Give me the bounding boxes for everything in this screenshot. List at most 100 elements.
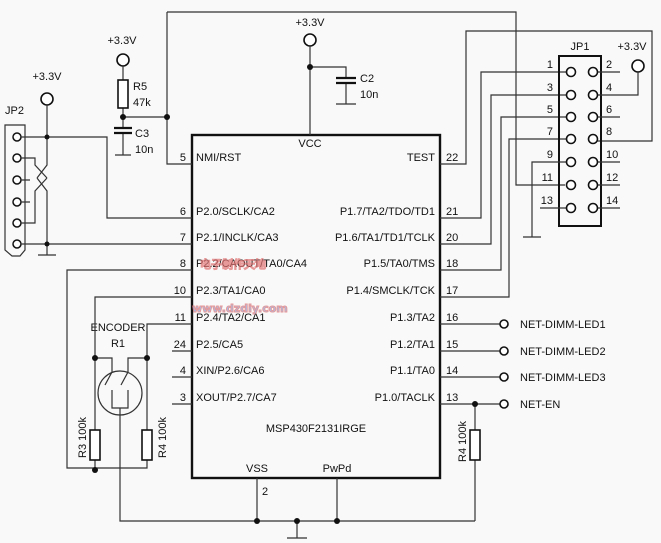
pin-name: XIN/P2.6/CA6 (196, 365, 264, 377)
watermark-cn: 电子制作天地 (200, 257, 266, 271)
pin-number: 16 (446, 312, 458, 324)
net-labels: NET-DIMM-LED1 NET-DIMM-LED2 NET-DIMM-LED3 N… (499, 319, 606, 411)
pin-name: P1.1/TA0 (390, 365, 435, 377)
r4-label: R4 100k (157, 417, 169, 458)
c2-ref: C2 (360, 73, 374, 85)
power-label: +3.3V (32, 71, 62, 83)
pin-number: 10 (174, 285, 186, 297)
vss-label: VSS (246, 463, 268, 475)
r4-net-en-label: R4 100k (457, 421, 469, 462)
net-terminal-icon (499, 346, 509, 356)
pin-name: NMI/RST (196, 152, 242, 164)
watermark-url: www.dzdiy.com (192, 302, 288, 315)
jp1-pin-hole (565, 156, 577, 168)
jp2-connector: JP2 +3.3V (4, 71, 192, 257)
pin-number: 18 (446, 258, 458, 270)
power-terminal-icon (631, 59, 645, 73)
c3-value: 10n (135, 144, 153, 156)
jp1-ref: JP1 (571, 41, 590, 53)
power-terminal-icon (303, 33, 317, 47)
schematic-canvas: VCC MSP430F2131IRGE VSS PwPd 2 5 NMI/RST 6… (4, 11, 653, 539)
jp1-pin-hole (565, 66, 577, 78)
pin-name: P1.4/SMCLK/TCK (346, 285, 435, 297)
jp1-pin-hole (565, 133, 577, 145)
jp1-pin-number: 12 (606, 172, 618, 184)
net-terminal-icon (499, 399, 509, 409)
jp1-pin-hole (587, 133, 599, 145)
pin-number: 15 (446, 339, 458, 351)
pin-number: 7 (180, 232, 186, 244)
jp1-pin-number: 13 (541, 195, 553, 207)
pin-number: 17 (446, 285, 458, 297)
pin-name: TEST (407, 152, 435, 164)
r3-label: R3 100k (77, 417, 89, 458)
r5-value: 47k (133, 97, 151, 109)
mcu-pins: 5 NMI/RST 6 P2.0/SCLK/CA2 7 P2.1/INCLK/CA3 8 P2… (172, 152, 458, 405)
pwpd-label: PwPd (323, 463, 352, 475)
power-label: +3.3V (295, 17, 325, 29)
net-terminal-icon (499, 372, 509, 382)
jp2-ref: JP2 (5, 105, 24, 117)
jp1-pin-hole (587, 89, 599, 101)
encoder-ref: R1 (111, 338, 125, 350)
reset-network: +3.3V R5 47k C3 10n (107, 11, 565, 186)
pin-name: P1.7/TA2/TDO/TD1 (340, 206, 435, 218)
jp1-pin-hole (565, 202, 577, 214)
jp1-pin-hole (587, 66, 599, 78)
pin-name: P1.3/TA2 (390, 312, 435, 324)
jp1-pin-hole (587, 111, 599, 123)
jp1-pin-number: 5 (547, 104, 553, 116)
pin-number: 4 (180, 365, 186, 377)
pin-name: P2.3/TA1/CA0 (196, 285, 266, 297)
jp1-pin-hole (565, 179, 577, 191)
encoder-title: ENCODER (90, 322, 145, 334)
jp1-pin-number: 7 (547, 126, 553, 138)
pin-number: 21 (446, 206, 458, 218)
pin-number: 24 (174, 339, 186, 351)
pin-name: XOUT/P2.7/CA7 (196, 392, 277, 404)
pin-name: P1.2/TA1 (390, 339, 435, 351)
c3-ref: C3 (135, 128, 149, 140)
jp1-pin-hole (587, 202, 599, 214)
jp1-pin-hole (565, 89, 577, 101)
pin-number: 5 (180, 152, 186, 164)
pin-name: P1.0/TACLK (375, 392, 436, 404)
pin-number: 13 (446, 392, 458, 404)
jp1-pin-number: 14 (606, 195, 618, 207)
jp1-pin-number: 4 (606, 82, 612, 94)
schematic: VCC MSP430F2131IRGE VSS PwPd 2 5 NMI/RST 6… (0, 0, 661, 543)
jp1-pin-number: 9 (547, 149, 553, 161)
jp1-pin-number: 11 (542, 172, 553, 184)
pin-name: P2.0/SCLK/CA2 (196, 206, 275, 218)
power-label: +3.3V (617, 41, 647, 53)
jp1-pin-number: 8 (606, 126, 612, 138)
pin-name: P2.1/INCLK/CA3 (196, 232, 279, 244)
pin-number: 20 (446, 232, 458, 244)
c2-value: 10n (360, 89, 378, 101)
power-label: +3.3V (107, 35, 137, 47)
net-terminal-icon (499, 319, 509, 329)
power-terminal-icon (40, 92, 54, 106)
jp1-pin-hole (565, 111, 577, 123)
pin-number: 6 (180, 206, 186, 218)
net-label: NET-EN (520, 399, 560, 411)
power-terminal-icon (116, 53, 130, 67)
jp1-pin-number: 2 (606, 59, 612, 71)
pin-number: 22 (446, 152, 458, 164)
vcc-label: VCC (298, 138, 321, 150)
net-label: NET-DIMM-LED1 (520, 319, 606, 331)
pin-number: 14 (446, 365, 458, 377)
pin-number: 11 (175, 312, 186, 324)
net-label: NET-DIMM-LED3 (520, 372, 606, 384)
net-label: NET-DIMM-LED2 (520, 346, 606, 358)
jp1-pin-number: 6 (606, 104, 612, 116)
vss-pin-number: 2 (262, 486, 268, 498)
jp1-pin-hole (587, 156, 599, 168)
pin-name: P1.5/TA0/TMS (364, 258, 435, 270)
jp1-pin-number: 3 (547, 82, 553, 94)
jp1-pin-hole (587, 179, 599, 191)
pin-number: 3 (180, 392, 186, 404)
part-number: MSP430F2131IRGE (266, 423, 366, 435)
vcc-supply: +3.3V C2 10n (295, 17, 378, 135)
r5-ref: R5 (133, 81, 147, 93)
